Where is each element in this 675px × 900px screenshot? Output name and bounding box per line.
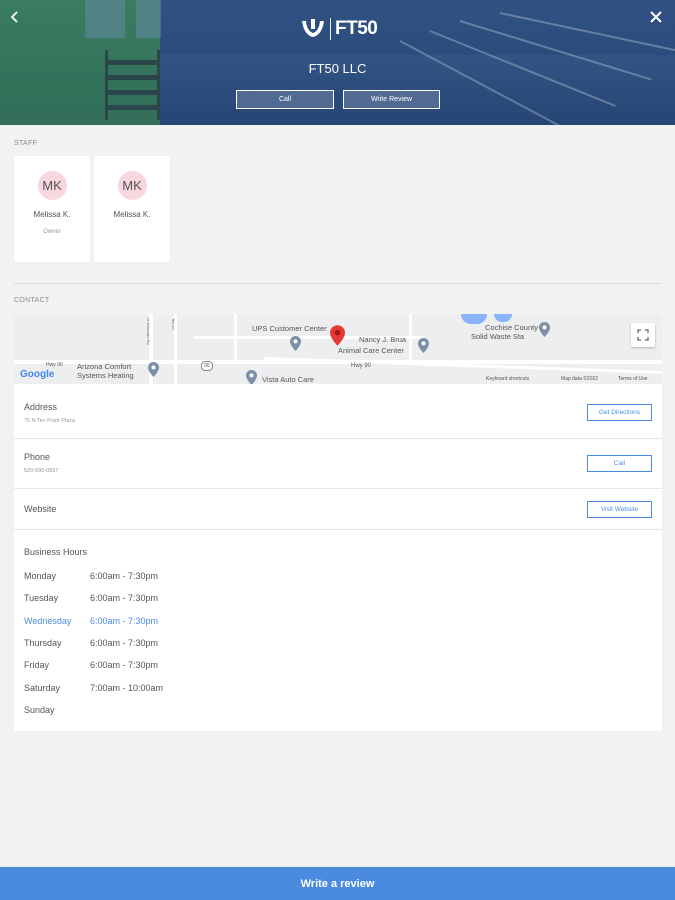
website-title: Website: [24, 504, 57, 514]
highway-shield: 90: [201, 361, 213, 371]
map-terms-link[interactable]: Terms of Use: [618, 376, 647, 382]
avatar: MK: [37, 171, 67, 200]
business-name: FT50 LLC: [308, 61, 367, 76]
hours-time: 6:00am - 7:30pm: [90, 616, 159, 626]
staff-card[interactable]: MK Melissa K. Owner: [14, 156, 90, 262]
map-label: Systems Heating: [77, 371, 134, 380]
map-place-icon[interactable]: [246, 370, 257, 384]
google-logo: Google: [20, 369, 55, 380]
hours-day: Monday: [24, 571, 57, 581]
map-label: Hwy 90: [351, 363, 372, 369]
location-map[interactable]: N Schrader Rd Tev Ln UPS Customer Center…: [14, 314, 662, 384]
address-value: 75 N Tev Point Plaza: [24, 418, 75, 424]
map-place-icon[interactable]: [539, 322, 550, 337]
logo-mark-icon: [302, 19, 324, 37]
visit-website-button[interactable]: Visit Website: [587, 501, 652, 518]
contact-section-label: CONTACT: [14, 297, 50, 304]
address-row: Address 75 N Tev Point Plaza Get Directi…: [14, 384, 662, 439]
map-data-credit: Map data ©2022: [561, 376, 599, 382]
hours-day: Wednesday: [24, 616, 72, 626]
hours-time: 6:00am - 7:30pm: [90, 593, 159, 603]
logo-text: FT50: [335, 18, 378, 39]
staff-section-label: STAFF: [14, 140, 38, 147]
map-place-icon[interactable]: [290, 336, 301, 351]
back-icon[interactable]: [6, 8, 24, 26]
map-label: Arizona Comfort: [77, 362, 132, 371]
map-label: Vista Auto Care: [262, 375, 314, 384]
hours-time: 6:00am - 7:30pm: [90, 660, 159, 670]
map-keyboard-shortcuts-link[interactable]: Keyboard shortcuts: [486, 376, 529, 382]
business-hours-title: Business Hours: [24, 547, 88, 557]
hours-day: Tuesday: [24, 593, 59, 603]
section-divider: [14, 283, 662, 284]
hours-time: 7:00am - 10:00am: [90, 683, 164, 693]
write-review-button[interactable]: Write Review: [343, 90, 440, 109]
call-button[interactable]: Call: [236, 90, 334, 109]
get-directions-button[interactable]: Get Directions: [587, 404, 652, 421]
header-banner: FT50 FT50 LLC Call Write Review: [0, 0, 675, 125]
hours-time: 6:00am - 7:30pm: [90, 571, 159, 581]
phone-value[interactable]: 520-590-0837: [24, 468, 58, 474]
hours-time: 6:00am - 7:30pm: [90, 638, 159, 648]
contact-card: Address 75 N Tev Point Plaza Get Directi…: [14, 384, 662, 731]
fullscreen-icon: [637, 329, 649, 341]
map-label: Cochise County: [485, 323, 538, 332]
phone-call-button[interactable]: Call: [587, 455, 652, 472]
map-place-icon[interactable]: [148, 362, 159, 377]
phone-title: Phone: [24, 452, 51, 462]
phone-row: Phone 520-590-0837 Call: [14, 439, 662, 489]
brand-logo: FT50: [300, 16, 378, 42]
write-a-review-button[interactable]: Write a review: [0, 867, 675, 900]
hours-day: Thursday: [24, 638, 62, 648]
location-pin-icon[interactable]: [330, 325, 345, 346]
map-label: Nancy J. Brua: [359, 335, 407, 344]
hours-day: Saturday: [24, 683, 61, 693]
staff-name: Melissa K.: [33, 210, 71, 219]
map-label: Solid Waste Sta: [471, 332, 525, 341]
hours-day: Friday: [24, 660, 50, 670]
staff-name: Melissa K.: [113, 210, 151, 219]
map-fullscreen-button[interactable]: [631, 323, 655, 347]
close-icon[interactable]: [647, 8, 665, 26]
hours-day: Sunday: [24, 705, 55, 715]
map-label: Animal Care Center: [338, 346, 404, 355]
row-divider: [14, 529, 662, 530]
map-place-icon[interactable]: [418, 338, 429, 353]
map-label: UPS Customer Center: [252, 324, 327, 333]
map-label: Hwy 90: [46, 362, 63, 368]
staff-card[interactable]: MK Melissa K.: [94, 156, 170, 262]
staff-role: Owner: [43, 229, 61, 235]
website-row: Website Visit Website: [14, 489, 662, 529]
address-title: Address: [24, 402, 58, 412]
avatar: MK: [117, 171, 147, 200]
